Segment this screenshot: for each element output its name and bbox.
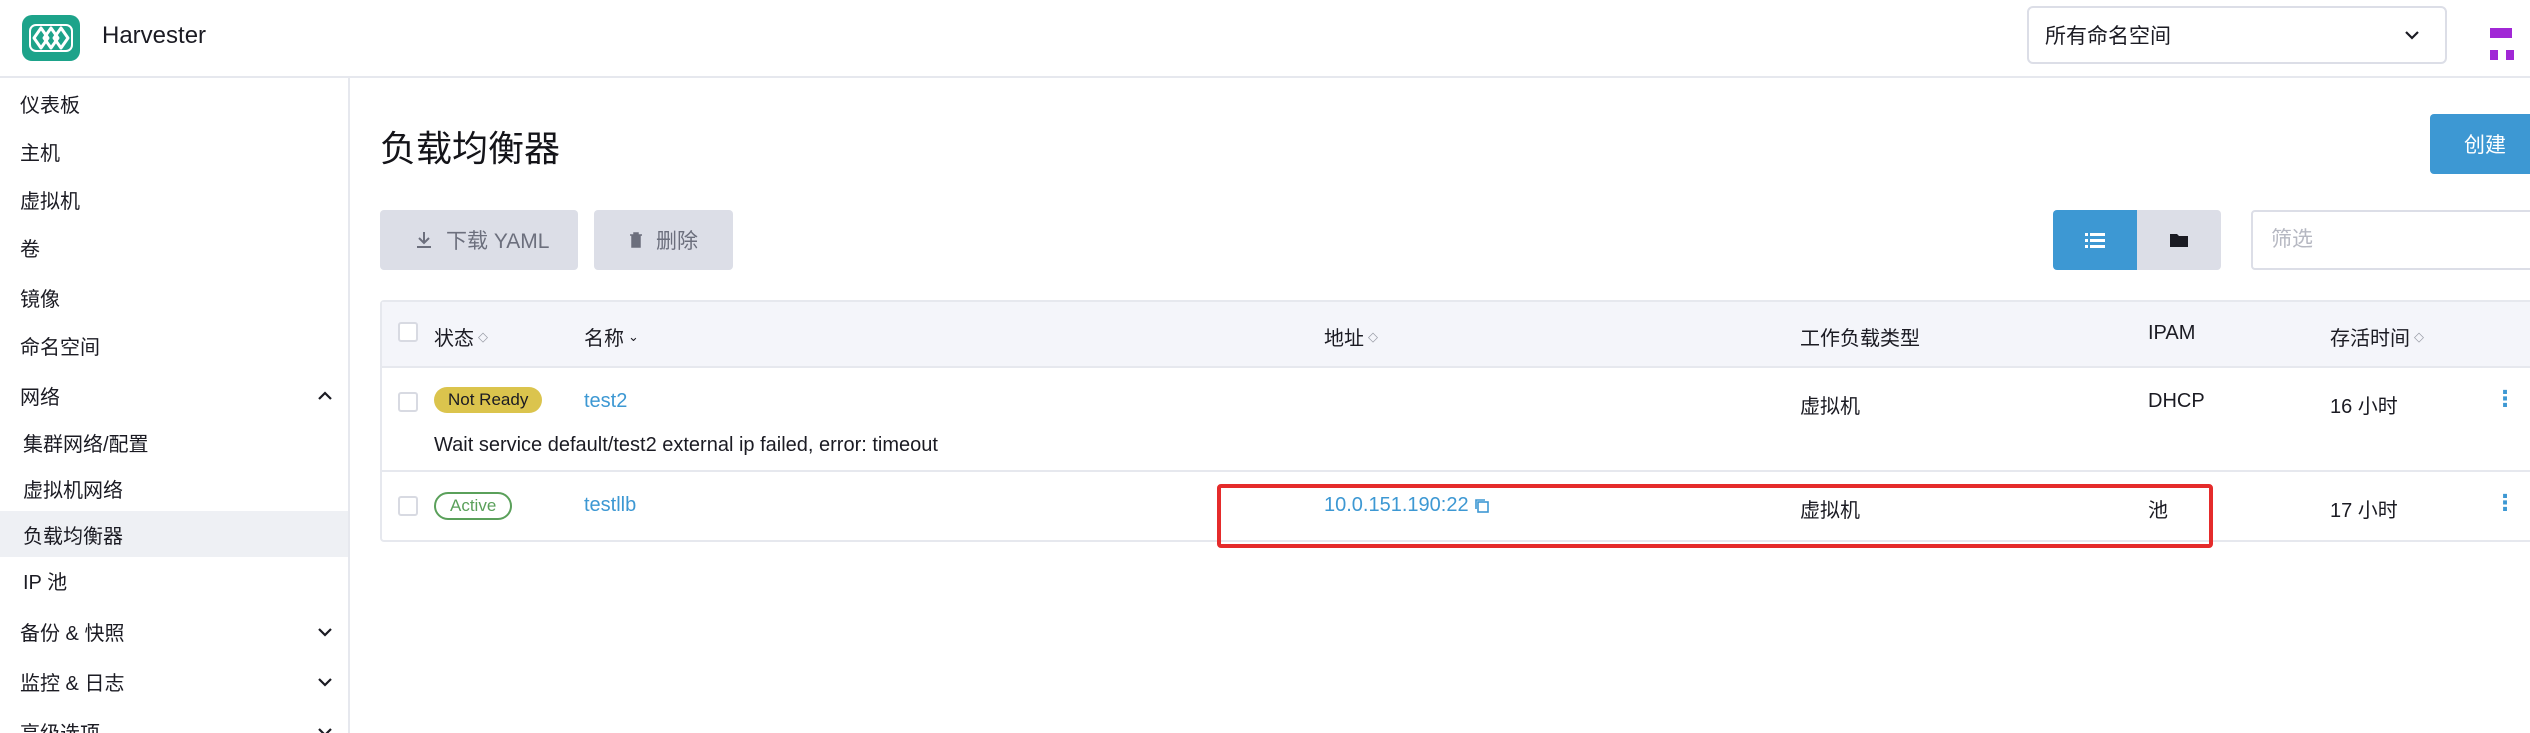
row-workload-type: 虚拟机: [1800, 500, 1860, 522]
column-header-name[interactable]: 名称 ⌄: [584, 322, 639, 351]
list-icon: [2085, 233, 2105, 248]
row-name-link[interactable]: testllb: [584, 494, 636, 517]
column-header-address[interactable]: 地址 ◇: [1324, 322, 1378, 351]
column-header-label: 状态: [434, 328, 474, 350]
harvester-logo-icon[interactable]: [22, 15, 80, 61]
sort-icon: ◇: [478, 329, 488, 344]
column-header-label: 地址: [1324, 328, 1364, 350]
load-balancer-table: 状态 ◇ 名称 ⌄ 地址 ◇ 工作负载类型 IPAM 存活时间 ◇ Not Ready …: [380, 300, 2530, 542]
row-age: 17 小时: [2330, 500, 2398, 522]
sidebar-item-volumes[interactable]: 卷: [0, 224, 348, 270]
sort-desc-icon: ⌄: [628, 329, 639, 344]
sidebar-item-label: 监控 & 日志: [20, 672, 125, 695]
column-header-ipam: IPAM: [2148, 322, 2195, 345]
copy-icon[interactable]: [1473, 497, 1491, 515]
row-checkbox[interactable]: [398, 496, 418, 516]
sort-icon: ◇: [2414, 329, 2424, 344]
folder-icon: [2170, 234, 2188, 247]
user-avatar-icon[interactable]: [2490, 28, 2530, 68]
row-address: 10.0.151.190:22: [1324, 494, 1491, 517]
sidebar-item-label: 备份 & 快照: [20, 622, 125, 645]
app-title: Harvester: [102, 22, 207, 49]
create-button[interactable]: 创建: [2430, 114, 2530, 174]
group-view-button[interactable]: [2137, 210, 2221, 270]
status-badge: Active: [434, 492, 513, 520]
status-badge: Not Ready: [434, 387, 543, 413]
sidebar-item-cluster-networks[interactable]: 集群网络/配置: [0, 419, 348, 465]
chevron-up-icon: [318, 391, 332, 400]
row-age: 16 小时: [2330, 396, 2398, 418]
filter-input[interactable]: [2251, 210, 2530, 270]
chevron-down-icon: [318, 728, 332, 733]
delete-label: 删除: [656, 230, 698, 253]
table-row: Not Ready test2 虚拟机 DHCP 16 小时 ⋮ Wait se…: [382, 368, 2530, 472]
download-yaml-button[interactable]: 下载 YAML: [380, 210, 578, 270]
column-header-label: 存活时间: [2330, 328, 2410, 350]
trash-icon: [630, 232, 642, 248]
page-title: 负载均衡器: [380, 128, 561, 169]
sidebar-item-label: IP 池: [23, 571, 68, 594]
sidebar-item-hosts[interactable]: 主机: [0, 128, 348, 174]
row-actions-icon[interactable]: ⋮: [2494, 490, 2516, 516]
column-header-state[interactable]: 状态 ◇: [434, 322, 488, 351]
sidebar: 仪表板 主机 虚拟机 卷 镜像 命名空间 网络 集群网络/配置 虚拟机网络 负载…: [0, 78, 350, 733]
sidebar-item-label: 命名空间: [20, 336, 100, 359]
sidebar-item-ip-pools[interactable]: IP 池: [0, 557, 348, 603]
row-name-link[interactable]: test2: [584, 390, 627, 413]
sidebar-group-monitoring-logging[interactable]: 监控 & 日志: [0, 658, 348, 704]
sort-icon: ◇: [1368, 329, 1378, 344]
column-header-label: IPAM: [2148, 322, 2196, 344]
list-view-button[interactable]: [2053, 210, 2137, 270]
row-checkbox[interactable]: [398, 392, 418, 412]
sidebar-item-label: 负载均衡器: [23, 525, 123, 548]
column-header-workload-type: 工作负载类型: [1800, 322, 1920, 351]
sidebar-group-advanced[interactable]: 高级选项: [0, 708, 348, 733]
sidebar-group-backup-snapshots[interactable]: 备份 & 快照: [0, 608, 348, 654]
sidebar-item-virtual-machines[interactable]: 虚拟机: [0, 176, 348, 222]
delete-button[interactable]: 删除: [594, 210, 733, 270]
download-icon: [417, 232, 431, 248]
sidebar-group-networks[interactable]: 网络: [0, 372, 348, 418]
sidebar-item-label: 高级选项: [20, 717, 100, 733]
row-ipam: DHCP: [2148, 390, 2205, 412]
row-workload-type: 虚拟机: [1800, 396, 1860, 418]
table-row: Active testllb 10.0.151.190:22 虚拟机 池 17 …: [382, 474, 2530, 542]
row-error-message: Wait service default/test2 external ip f…: [434, 434, 938, 456]
namespace-select[interactable]: 所有命名空间: [2027, 6, 2447, 64]
column-header-age[interactable]: 存活时间 ◇: [2330, 322, 2424, 351]
download-yaml-label: 下载 YAML: [446, 230, 550, 253]
sidebar-item-label: 主机: [20, 142, 60, 165]
sidebar-item-vm-networks[interactable]: 虚拟机网络: [0, 465, 348, 511]
top-header: Harvester 所有命名空间: [0, 0, 2530, 78]
row-ipam: 池: [2148, 500, 2168, 522]
row-actions-icon[interactable]: ⋮: [2494, 386, 2516, 412]
select-all-checkbox[interactable]: [398, 322, 418, 342]
sidebar-item-namespaces[interactable]: 命名空间: [0, 322, 348, 368]
sidebar-item-label: 仪表板: [20, 94, 80, 117]
chevron-down-icon: [318, 628, 332, 637]
sidebar-item-label: 镜像: [20, 288, 60, 311]
sidebar-item-load-balancers[interactable]: 负载均衡器: [0, 511, 348, 557]
chevron-down-icon: [318, 678, 332, 687]
sidebar-item-label: 网络: [20, 386, 60, 409]
column-header-label: 工作负载类型: [1800, 328, 1920, 350]
sidebar-item-label: 虚拟机网络: [23, 479, 123, 502]
view-toggle: [2053, 210, 2221, 270]
column-header-label: 名称: [584, 328, 624, 350]
sidebar-item-label: 卷: [20, 238, 40, 261]
sidebar-item-images[interactable]: 镜像: [0, 274, 348, 320]
chevron-down-icon: [2405, 31, 2419, 40]
row-address-link[interactable]: 10.0.151.190:22: [1324, 494, 1469, 516]
sidebar-item-label: 虚拟机: [20, 190, 80, 213]
table-header: 状态 ◇ 名称 ⌄ 地址 ◇ 工作负载类型 IPAM 存活时间 ◇: [382, 302, 2530, 368]
sidebar-item-label: 集群网络/配置: [23, 433, 149, 456]
sidebar-item-dashboard[interactable]: 仪表板: [0, 80, 348, 126]
namespace-select-value: 所有命名空间: [2045, 25, 2171, 48]
